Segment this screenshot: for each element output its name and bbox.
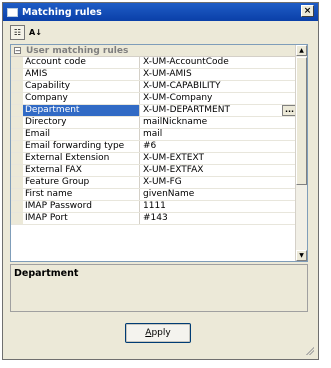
category-label: User matching rules xyxy=(26,45,129,56)
close-button[interactable]: × xyxy=(301,5,314,17)
property-name[interactable]: IMAP Port xyxy=(23,213,140,224)
row-gutter xyxy=(11,189,23,200)
property-value-text: mail xyxy=(143,129,163,139)
resize-grip[interactable] xyxy=(305,346,314,355)
property-row[interactable]: Feature Group X-UM-FG xyxy=(11,177,297,189)
property-value-text: #6 xyxy=(143,141,157,151)
property-row[interactable]: Email forwarding type #6 xyxy=(11,141,297,153)
property-value-text: X-UM-EXTEXT xyxy=(143,153,204,163)
property-value[interactable]: #143 xyxy=(140,213,297,224)
property-name[interactable]: AMIS xyxy=(23,69,140,80)
property-value-text: X-UM-DEPARTMENT xyxy=(143,105,230,115)
categorized-view-icon[interactable]: ☷ xyxy=(10,25,25,40)
property-row[interactable]: First name givenName xyxy=(11,189,297,201)
property-row[interactable]: AMIS X-UM-AMIS xyxy=(11,69,297,81)
row-gutter xyxy=(11,81,23,92)
property-value-text: givenName xyxy=(143,189,195,199)
property-rows: Account code X-UM-AccountCode AMIS X-UM-AMI… xyxy=(11,57,297,225)
property-value[interactable]: X-UM-AccountCode xyxy=(140,57,297,68)
property-grid-toolbar: ☷ A↓ xyxy=(10,25,43,41)
row-gutter xyxy=(11,117,23,128)
property-row[interactable]: Department X-UM-DEPARTMENT... xyxy=(11,105,297,117)
row-gutter xyxy=(11,129,23,140)
apply-label-rest: pply xyxy=(151,328,171,338)
row-gutter xyxy=(11,153,23,164)
property-value[interactable]: X-UM-FG xyxy=(140,177,297,188)
window-icon xyxy=(7,7,18,17)
property-name[interactable]: Capability xyxy=(23,81,140,92)
row-gutter xyxy=(11,201,23,212)
property-row[interactable]: IMAP Port #143 xyxy=(11,213,297,225)
property-row[interactable]: External FAX X-UM-EXTFAX xyxy=(11,165,297,177)
property-value[interactable]: mail xyxy=(140,129,297,140)
category-header[interactable]: − User matching rules xyxy=(11,45,297,57)
property-name[interactable]: IMAP Password xyxy=(23,201,140,212)
window-title: Matching rules xyxy=(22,6,102,18)
property-value[interactable]: X-UM-Company xyxy=(140,93,297,104)
vertical-scrollbar[interactable]: ▲ ▼ xyxy=(295,45,307,261)
property-name[interactable]: External Extension xyxy=(23,153,140,164)
property-value[interactable]: X-UM-EXTFAX xyxy=(140,165,297,176)
property-name[interactable]: Feature Group xyxy=(23,177,140,188)
property-value-text: X-UM-Company xyxy=(143,93,213,103)
property-row[interactable]: Capability X-UM-CAPABILITY xyxy=(11,81,297,93)
property-value[interactable]: X-UM-EXTEXT xyxy=(140,153,297,164)
property-value[interactable]: X-UM-AMIS xyxy=(140,69,297,80)
collapse-icon[interactable]: − xyxy=(14,47,21,55)
scroll-thumb[interactable] xyxy=(296,57,307,185)
property-row[interactable]: IMAP Password 1111 xyxy=(11,201,297,213)
property-value[interactable]: #6 xyxy=(140,141,297,152)
property-name[interactable]: Email xyxy=(23,129,140,140)
property-value[interactable]: X-UM-CAPABILITY xyxy=(140,81,297,92)
property-value-text: mailNickname xyxy=(143,117,208,127)
property-row[interactable]: Directory mailNickname xyxy=(11,117,297,129)
property-value[interactable]: X-UM-DEPARTMENT... xyxy=(140,105,297,116)
row-gutter xyxy=(11,69,23,80)
property-row[interactable]: External Extension X-UM-EXTEXT xyxy=(11,153,297,165)
property-value-text: X-UM-AccountCode xyxy=(143,57,229,67)
property-value[interactable]: 1111 xyxy=(140,201,297,212)
matching-rules-window: Matching rules × ☷ A↓ − User matching ru… xyxy=(2,2,319,360)
property-row[interactable]: Email mail xyxy=(11,129,297,141)
scroll-down-button[interactable]: ▼ xyxy=(296,250,307,261)
property-value-text: X-UM-AMIS xyxy=(143,69,192,79)
sort-alphabetical-icon[interactable]: A↓ xyxy=(28,25,43,40)
description-title: Department xyxy=(14,268,79,279)
property-value-text: #143 xyxy=(143,213,168,223)
title-bar[interactable]: Matching rules × xyxy=(3,3,318,21)
property-name[interactable]: Directory xyxy=(23,117,140,128)
property-grid: − User matching rules Account code X-UM-A… xyxy=(10,44,308,262)
row-gutter xyxy=(11,213,23,224)
property-value[interactable]: givenName xyxy=(140,189,297,200)
property-name[interactable]: Account code xyxy=(23,57,140,68)
property-name[interactable]: First name xyxy=(23,189,140,200)
row-gutter xyxy=(11,93,23,104)
description-panel: Department xyxy=(10,264,308,312)
property-value[interactable]: mailNickname xyxy=(140,117,297,128)
row-gutter xyxy=(11,177,23,188)
property-row[interactable]: Account code X-UM-AccountCode xyxy=(11,57,297,69)
property-name[interactable]: Company xyxy=(23,93,140,104)
row-gutter xyxy=(11,57,23,68)
scroll-up-button[interactable]: ▲ xyxy=(296,45,307,56)
property-name[interactable]: Department xyxy=(23,105,140,116)
property-row[interactable]: Company X-UM-Company xyxy=(11,93,297,105)
property-value-text: X-UM-EXTFAX xyxy=(143,165,204,175)
property-name[interactable]: Email forwarding type xyxy=(23,141,140,152)
property-name[interactable]: External FAX xyxy=(23,165,140,176)
property-value-text: X-UM-CAPABILITY xyxy=(143,81,221,91)
row-gutter xyxy=(11,105,23,116)
apply-button[interactable]: Apply xyxy=(125,323,191,343)
property-value-text: X-UM-FG xyxy=(143,177,182,187)
row-gutter xyxy=(11,165,23,176)
property-value-text: 1111 xyxy=(143,201,166,211)
row-gutter xyxy=(11,141,23,152)
